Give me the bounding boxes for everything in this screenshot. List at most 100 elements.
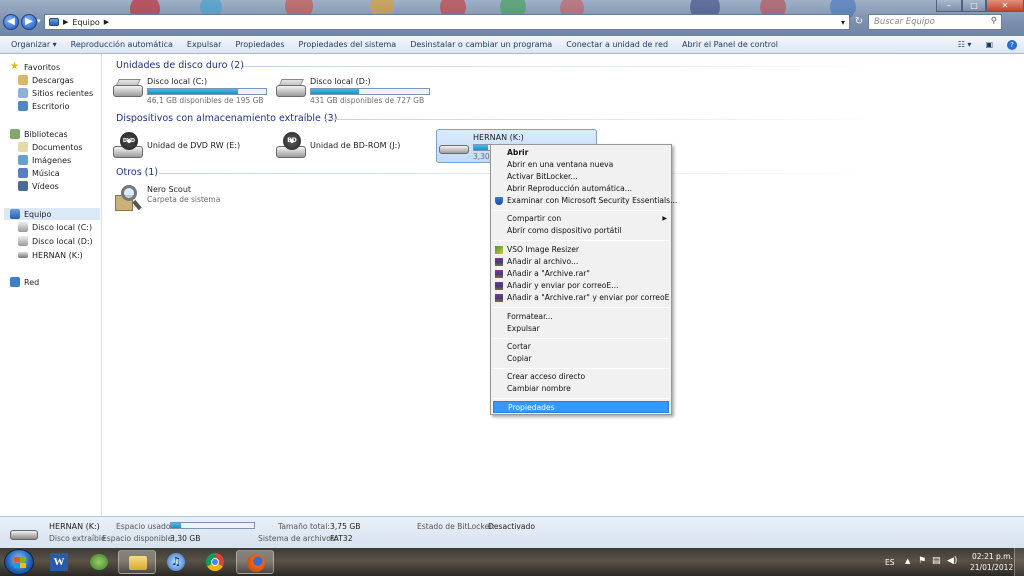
- nero-scout-tile[interactable]: Nero Scout Carpeta de sistema: [113, 185, 220, 213]
- show-hidden-icons[interactable]: ▲: [905, 557, 910, 565]
- network-status-icon[interactable]: ▤: [932, 556, 941, 566]
- help-button[interactable]: ?: [1000, 39, 1024, 50]
- system-properties-button[interactable]: Propiedades del sistema: [292, 40, 404, 49]
- autoplay-button[interactable]: Reproducción automática: [64, 40, 180, 49]
- start-button[interactable]: [4, 549, 34, 575]
- sidebar-item-label: Favoritos: [24, 62, 61, 72]
- group-header-hdd[interactable]: Unidades de disco duro (2): [116, 60, 244, 71]
- menu-item-crear-acceso-directo[interactable]: Crear acceso directo: [493, 371, 669, 383]
- desktop-icon: [18, 101, 28, 111]
- taskbar-explorer[interactable]: [118, 550, 156, 574]
- drive-usage-bar: [310, 88, 430, 95]
- view-options-button[interactable]: ☷ ▾: [951, 40, 979, 49]
- address-bar[interactable]: ▶ Equipo ▶ ▾: [44, 14, 850, 30]
- taskbar-firefox[interactable]: [236, 550, 274, 574]
- menu-item-formatear[interactable]: Formatear...: [493, 311, 669, 323]
- sidebar-item-equipo[interactable]: Equipo: [4, 208, 100, 220]
- sidebar-item-bibliotecas[interactable]: Bibliotecas: [10, 128, 68, 140]
- sidebar-item-documentos[interactable]: Documentos: [18, 141, 83, 153]
- details-total-label: Tamaño total:: [278, 522, 330, 531]
- taskbar-chrome[interactable]: [196, 550, 234, 574]
- breadcrumb[interactable]: Equipo: [72, 18, 99, 27]
- taskbar-network-app[interactable]: [80, 550, 118, 574]
- menu-item-vso-image-resizer[interactable]: VSO Image Resizer: [493, 244, 669, 256]
- sidebar-item-sitios-recientes[interactable]: Sitios recientes: [18, 87, 93, 99]
- drive-name: Disco local (C:): [147, 77, 208, 86]
- refresh-button[interactable]: ↻: [852, 14, 866, 30]
- sidebar-item-descargas[interactable]: Descargas: [18, 74, 74, 86]
- menu-item-cortar[interactable]: Cortar: [493, 341, 669, 353]
- folder-icon: [129, 556, 147, 570]
- language-indicator[interactable]: ES: [885, 558, 895, 567]
- drive-tile-dvd[interactable]: DVD Unidad de DVD RW (E:): [113, 132, 240, 160]
- details-bitlocker-value: Desactivado: [488, 522, 536, 531]
- menu-item-examinar-mse[interactable]: Examinar con Microsoft Security Essentia…: [493, 195, 677, 207]
- taskbar-word[interactable]: W: [40, 550, 78, 574]
- group-header-others[interactable]: Otros (1): [116, 167, 158, 178]
- help-icon: ?: [1007, 39, 1017, 50]
- sidebar-item-imagenes[interactable]: Imágenes: [18, 154, 71, 166]
- sidebar-item-favoritos[interactable]: ★ Favoritos: [10, 61, 60, 73]
- menu-item-anadir-archive-rar[interactable]: Añadir a "Archive.rar": [493, 268, 669, 280]
- item-type: Carpeta de sistema: [147, 195, 221, 204]
- sidebar-item-musica[interactable]: Música: [18, 167, 60, 179]
- forward-button[interactable]: ▶: [21, 14, 37, 30]
- taskbar-itunes[interactable]: ♫: [157, 550, 195, 574]
- recent-pages-dropdown[interactable]: ▾: [37, 17, 41, 25]
- breadcrumb-separator[interactable]: ▶: [63, 18, 68, 26]
- search-input[interactable]: Buscar Equipo ⚲: [868, 14, 1002, 30]
- drive-tile-bd[interactable]: BD Unidad de BD-ROM (J:): [276, 132, 400, 160]
- details-usage-bar: [170, 522, 255, 529]
- menu-item-copiar[interactable]: Copiar: [493, 353, 669, 365]
- show-desktop-button[interactable]: [1014, 548, 1024, 576]
- group-divider: [325, 119, 885, 120]
- close-button[interactable]: ✕: [986, 0, 1024, 12]
- menu-item-abrir-ventana-nueva[interactable]: Abrir en una ventana nueva: [493, 159, 669, 171]
- sidebar-item-hernan[interactable]: HERNAN (K:): [18, 249, 83, 261]
- open-control-panel-button[interactable]: Abrir el Panel de control: [675, 40, 785, 49]
- group-header-removable[interactable]: Dispositivos con almacenamiento extraíbl…: [116, 113, 337, 124]
- drive-tile-c[interactable]: Disco local (C:) 46,1 GB disponibles de …: [113, 77, 267, 106]
- sidebar-item-disco-c[interactable]: Disco local (C:): [18, 221, 92, 233]
- volume-icon[interactable]: ◀): [947, 556, 957, 566]
- preview-pane-button[interactable]: ▣: [978, 40, 1000, 49]
- menu-item-propiedades[interactable]: Propiedades: [493, 401, 669, 413]
- sidebar-item-escritorio[interactable]: Escritorio: [18, 100, 70, 112]
- organize-button[interactable]: Organizar ▾: [4, 40, 64, 49]
- menu-item-anadir-archivo[interactable]: Añadir al archivo...: [493, 256, 669, 268]
- clock-date[interactable]: 21/01/2012: [970, 563, 1013, 572]
- sidebar-item-label: Disco local (C:): [32, 222, 93, 232]
- drive-free-space: 431 GB disponibles de 727 GB: [310, 96, 425, 105]
- search-icon: ⚲: [990, 16, 997, 26]
- details-free-label: Espacio disponible:: [102, 534, 176, 543]
- menu-item-anadir-enviar-correo[interactable]: Añadir y enviar por correoE...: [493, 280, 669, 292]
- address-dropdown-icon[interactable]: ▾: [841, 18, 849, 27]
- details-used-label: Espacio usado:: [116, 522, 174, 531]
- menu-item-anadir-rar-enviar-correo[interactable]: Añadir a "Archive.rar" y enviar por corr…: [493, 292, 669, 304]
- winrar-icon: [495, 258, 503, 266]
- menu-item-cambiar-nombre[interactable]: Cambiar nombre: [493, 383, 669, 395]
- menu-item-compartir-con[interactable]: Compartir con ▶: [493, 213, 669, 225]
- menu-item-expulsar[interactable]: Expulsar: [493, 323, 669, 335]
- sidebar-item-videos[interactable]: Vídeos: [18, 180, 59, 192]
- minimize-button[interactable]: –: [936, 0, 962, 12]
- menu-item-reproduccion-automatica[interactable]: Abrir Reproducción automática...: [493, 183, 669, 195]
- eject-button[interactable]: Expulsar: [180, 40, 229, 49]
- sidebar-item-red[interactable]: Red: [10, 276, 39, 288]
- maximize-button[interactable]: □: [962, 0, 986, 12]
- clock-time[interactable]: 02:21 p.m.: [972, 552, 1013, 561]
- menu-item-activar-bitlocker[interactable]: Activar BitLocker...: [493, 171, 669, 183]
- properties-button[interactable]: Propiedades: [228, 40, 291, 49]
- chrome-icon: [206, 553, 224, 571]
- flag-icon[interactable]: ⚑: [918, 556, 926, 566]
- breadcrumb-separator[interactable]: ▶: [104, 18, 109, 26]
- map-network-drive-button[interactable]: Conectar a unidad de red: [559, 40, 675, 49]
- menu-item-dispositivo-portatil[interactable]: Abrir como dispositivo portátil: [493, 225, 669, 237]
- menu-item-abrir[interactable]: Abrir: [493, 147, 669, 159]
- drive-tile-d[interactable]: Disco local (D:) 431 GB disponibles de 7…: [276, 77, 430, 106]
- music-note-icon: ♫: [167, 553, 185, 571]
- sidebar-item-disco-d[interactable]: Disco local (D:): [18, 235, 93, 247]
- drive-name: Disco local (D:): [310, 77, 371, 86]
- uninstall-program-button[interactable]: Desinstalar o cambiar un programa: [403, 40, 559, 49]
- back-button[interactable]: ◀: [3, 14, 19, 30]
